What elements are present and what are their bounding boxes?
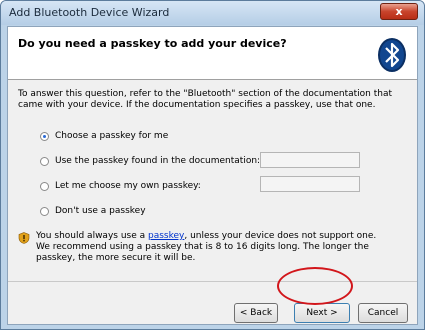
option-label: Don't use a passkey	[55, 206, 146, 216]
highlight-ellipse	[277, 267, 353, 305]
passkey-link[interactable]: passkey	[148, 231, 184, 241]
option-choose-for-me[interactable]: Choose a passkey for me	[40, 129, 168, 143]
footer-divider	[8, 281, 417, 282]
passkey-note: You should always use a passkey, unless …	[36, 231, 378, 264]
radio-button[interactable]	[40, 206, 49, 216]
title-bar[interactable]: Add Bluetooth Device Wizard x	[1, 1, 424, 25]
option-label: Let me choose my own passkey:	[55, 181, 201, 191]
close-button[interactable]: x	[380, 3, 418, 20]
own-passkey-input[interactable]	[260, 176, 360, 192]
option-label: Choose a passkey for me	[55, 131, 169, 141]
shield-warning-icon	[18, 232, 30, 244]
radio-button[interactable]	[40, 181, 49, 191]
radio-button[interactable]	[40, 156, 49, 166]
wizard-window: Add Bluetooth Device Wizard x Do you nee…	[0, 0, 425, 330]
option-choose-own[interactable]: Let me choose my own passkey:	[40, 179, 201, 193]
instructions-text: To answer this question, refer to the "B…	[18, 89, 392, 110]
wizard-header: Do you need a passkey to add your device…	[8, 27, 417, 80]
window-title: Add Bluetooth Device Wizard	[9, 6, 170, 19]
documentation-passkey-input[interactable]	[260, 152, 360, 168]
option-no-passkey[interactable]: Don't use a passkey	[40, 204, 146, 218]
page-title: Do you need a passkey to add your device…	[18, 37, 287, 50]
cancel-button[interactable]: Cancel	[358, 303, 408, 323]
close-icon: x	[395, 5, 403, 18]
bluetooth-icon	[378, 38, 406, 72]
next-button[interactable]: Next >	[294, 303, 350, 323]
option-label: Use the passkey found in the documentati…	[55, 156, 261, 166]
back-button[interactable]: < Back	[234, 303, 278, 323]
wizard-body: Do you need a passkey to add your device…	[7, 26, 418, 325]
note-text: You should always use a	[36, 231, 148, 241]
radio-button[interactable]	[40, 131, 49, 141]
option-use-documentation[interactable]: Use the passkey found in the documentati…	[40, 154, 260, 168]
